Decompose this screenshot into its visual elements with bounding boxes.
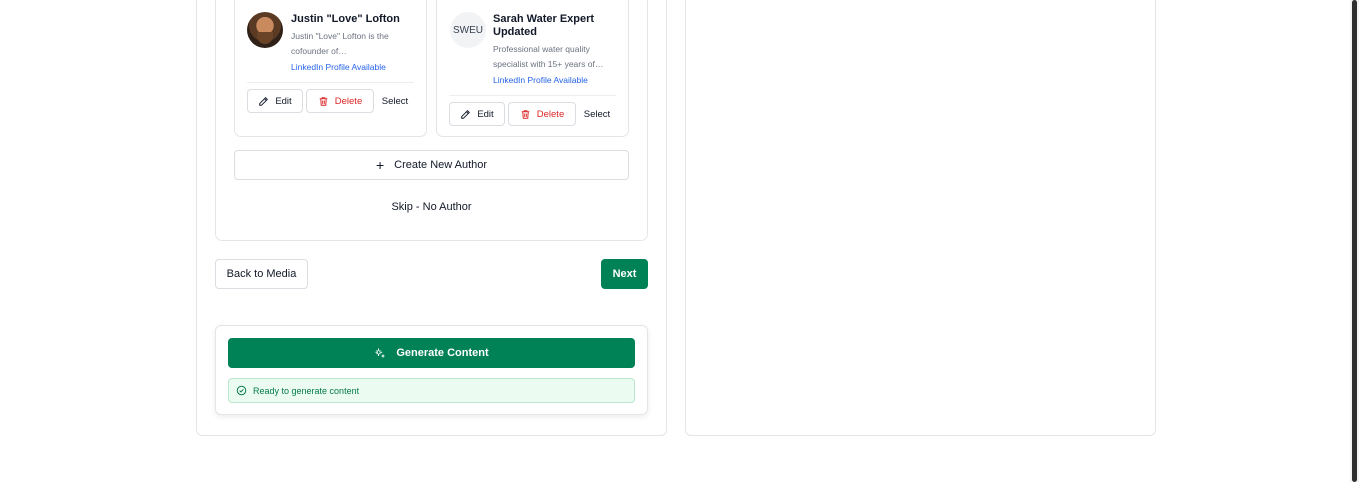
author-card: Justin "Love" Lofton Justin "Love" Lofto… [234,0,427,137]
ready-status-message: Ready to generate content [228,378,635,403]
linkedin-link[interactable]: LinkedIn Profile Available [291,62,386,72]
edit-label: Edit [275,95,292,107]
pencil-icon [461,109,471,119]
delete-author-button[interactable]: Delete [306,89,374,113]
edit-author-button[interactable]: Edit [247,89,303,113]
trash-icon [521,109,530,119]
card-divider [247,82,414,83]
select-author-button[interactable]: Select [375,89,415,113]
delete-label: Delete [536,108,565,120]
author-description: Professional water quality specialist wi… [493,44,604,69]
content-panel-right [685,0,1156,436]
author-card: SWEU Sarah Water Expert Updated Professi… [436,0,629,137]
edit-author-button[interactable]: Edit [449,102,505,126]
create-new-author-button[interactable]: + Create New Author [234,150,629,180]
page-scrollbar-thumb[interactable] [1352,0,1357,482]
select-author-button[interactable]: Select [577,102,617,126]
delete-label: Delete [334,95,363,107]
author-avatar-initials: SWEU [450,12,486,48]
status-text: Ready to generate content [253,385,360,396]
generate-content-button[interactable]: Generate Content [228,338,635,368]
author-name: Sarah Water Expert Updated [493,13,595,38]
delete-author-button[interactable]: Delete [508,102,576,126]
generate-content-label: Generate Content [396,347,489,359]
linkedin-link[interactable]: LinkedIn Profile Available [493,75,588,85]
check-circle-icon [236,385,247,396]
sparkles-icon [375,348,385,358]
plus-icon: + [375,157,385,173]
skip-no-author-button[interactable]: Skip - No Author [234,194,629,220]
author-name: Justin "Love" Lofton [291,13,400,25]
author-avatar [247,12,283,48]
trash-icon [319,96,328,106]
back-to-media-button[interactable]: Back to Media [215,259,308,289]
author-description: Justin "Love" Lofton is the cofounder of… [291,31,389,56]
card-divider [449,95,616,96]
create-author-label: Create New Author [394,159,488,171]
next-button[interactable]: Next [601,259,648,289]
edit-label: Edit [477,108,494,120]
pencil-icon [259,96,269,106]
